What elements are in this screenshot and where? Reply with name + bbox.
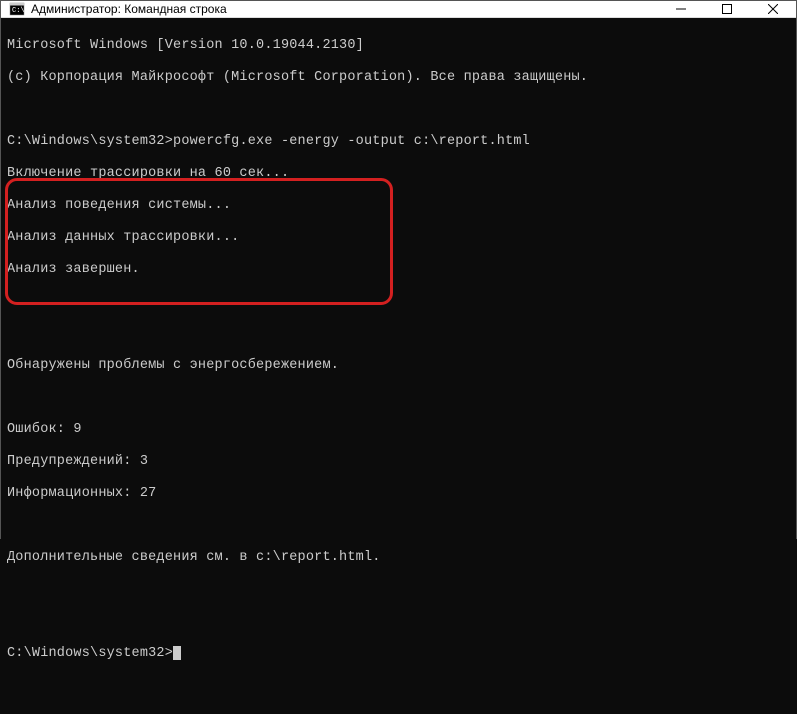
command-line: C:\Windows\system32>powercfg.exe -energy… <box>7 134 790 150</box>
blank-line <box>7 390 790 406</box>
prompt-path: C:\Windows\system32> <box>7 646 173 662</box>
minimize-button[interactable] <box>658 1 704 17</box>
trace-enable-line: Включение трассировки на 60 сек... <box>7 166 790 182</box>
blank-line <box>7 518 790 534</box>
terminal-output[interactable]: Microsoft Windows [Version 10.0.19044.21… <box>1 18 796 714</box>
details-line: Дополнительные сведения см. в c:\report.… <box>7 550 790 566</box>
version-line: Microsoft Windows [Version 10.0.19044.21… <box>7 38 790 54</box>
svg-text:C:\: C:\ <box>12 7 25 15</box>
problems-found-line: Обнаружены проблемы с энергосбережением. <box>7 358 790 374</box>
blank-line <box>7 582 790 598</box>
copyright-line: (c) Корпорация Майкрософт (Microsoft Cor… <box>7 70 790 86</box>
trace-analysis-line: Анализ данных трассировки... <box>7 230 790 246</box>
blank-line <box>7 102 790 118</box>
info-count-line: Информационных: 27 <box>7 486 790 502</box>
current-prompt: C:\Windows\system32> <box>7 646 790 662</box>
blank-line <box>7 326 790 342</box>
window-title: Администратор: Командная строка <box>31 2 658 16</box>
command-prompt-window: C:\ Администратор: Командная строка Micr… <box>0 0 797 539</box>
titlebar[interactable]: C:\ Администратор: Командная строка <box>1 1 796 18</box>
cursor <box>173 646 181 660</box>
prompt-path: C:\Windows\system32> <box>7 134 173 150</box>
command-text: powercfg.exe -energy -output c:\report.h… <box>173 134 530 150</box>
blank-line <box>7 294 790 310</box>
blank-line <box>7 614 790 630</box>
cmd-icon: C:\ <box>9 1 25 17</box>
analysis-complete-line: Анализ завершен. <box>7 262 790 278</box>
close-button[interactable] <box>750 1 796 17</box>
window-controls <box>658 1 796 17</box>
behavior-analysis-line: Анализ поведения системы... <box>7 198 790 214</box>
warnings-count-line: Предупреждений: 3 <box>7 454 790 470</box>
errors-count-line: Ошибок: 9 <box>7 422 790 438</box>
maximize-button[interactable] <box>704 1 750 17</box>
